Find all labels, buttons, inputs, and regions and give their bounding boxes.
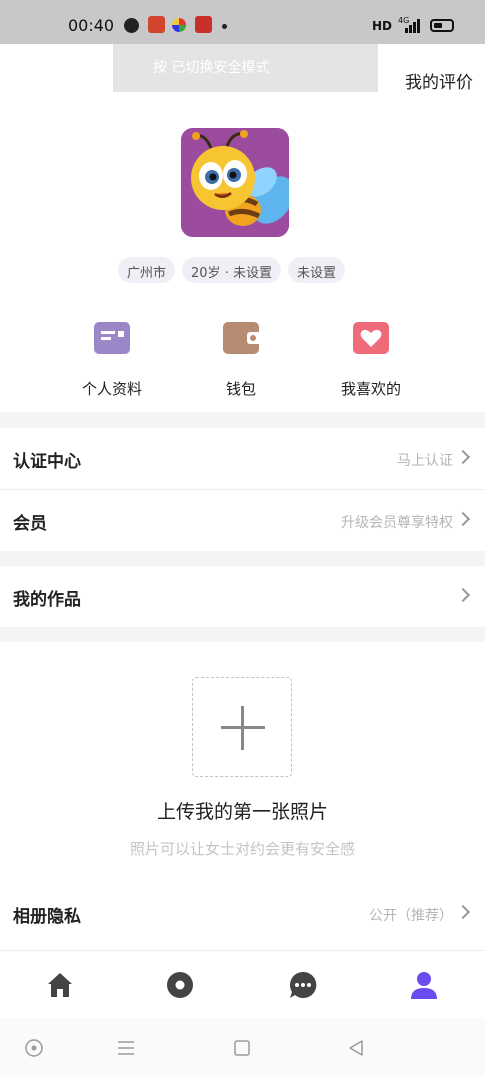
quick-action-label: 钱包 [225,380,256,398]
quick-action-profile[interactable]: 个人资料 [52,322,172,399]
chat-icon [289,971,317,998]
verification-center-row[interactable]: 认证中心 马上认证 [0,429,485,489]
row-title: 相册隐私 [13,907,81,927]
tag-city: 广州市 [118,257,176,283]
tag-age: 20岁 · 未设置 [182,257,281,283]
bee-avatar-icon [181,128,289,237]
upload-photo-button[interactable] [192,677,292,777]
chevron-right-icon [455,904,471,920]
upload-subtitle: 照片可以让女士对约会更有安全感 [129,840,355,858]
bottom-tab-bar [0,950,485,1018]
wallet-icon [223,322,259,354]
back-icon[interactable] [346,1038,366,1058]
app-notification-icon [148,16,165,33]
quick-action-favorites[interactable]: 我喜欢的 [311,322,431,399]
quick-action-wallet[interactable]: 钱包 [181,322,301,399]
tab-me[interactable] [408,969,440,1001]
row-title: 认证中心 [13,452,81,472]
profile-tags: 广州市 20岁 · 未设置 未设置 [118,257,345,283]
toast-text: 按 已切换安全模式 [153,60,270,76]
divider [0,489,485,490]
chevron-right-icon [455,449,471,465]
home-square-icon[interactable] [232,1038,252,1058]
row-title: 我的作品 [13,590,81,610]
network-label: HD [372,19,393,33]
row-value: 升级会员尊享特权 [341,515,453,531]
row-value: 马上认证 [397,453,453,469]
chevron-right-icon [455,587,471,603]
menu-icon[interactable] [116,1038,136,1058]
person-icon [411,972,437,999]
more-notifications-icon [222,24,227,29]
avatar[interactable] [181,128,289,237]
row-value: 公开（推荐） [369,908,453,924]
plus-icon-stroke [241,706,244,750]
system-nav-bar [0,1018,485,1077]
tag-unset: 未设置 [287,257,345,283]
chevron-right-icon [455,511,471,527]
app-notification-icon [195,16,212,33]
assistant-icon[interactable] [24,1038,44,1058]
status-time: 00:40 [68,16,115,35]
signal-type: 4G [398,16,410,25]
section-gap [0,551,485,566]
tab-home[interactable] [44,969,76,1001]
album-privacy-row[interactable]: 相册隐私 公开（推荐） [0,884,485,944]
section-gap [0,412,485,428]
tab-messages[interactable] [287,969,319,1001]
section-gap [0,627,485,642]
app-notification-icon [124,18,139,33]
row-title: 会员 [13,514,47,534]
circle-dot-icon [167,972,193,998]
profile-card-icon [94,322,130,354]
toast-message: 按 已切换安全模式 [113,44,378,92]
my-works-row[interactable]: 我的作品 [0,567,485,627]
quick-action-label: 个人资料 [81,380,142,398]
status-bar: 00:40 HD 4G [0,0,485,44]
battery-icon [430,19,454,32]
tab-discover[interactable] [164,969,196,1001]
heart-icon [353,322,389,354]
membership-row[interactable]: 会员 升级会员尊享特权 [0,491,485,551]
upload-title: 上传我的第一张照片 [156,801,328,823]
home-icon [48,973,72,997]
app-notification-icon [172,18,186,32]
my-reviews-link[interactable]: 我的评价 [405,68,473,93]
quick-action-label: 我喜欢的 [340,380,401,398]
